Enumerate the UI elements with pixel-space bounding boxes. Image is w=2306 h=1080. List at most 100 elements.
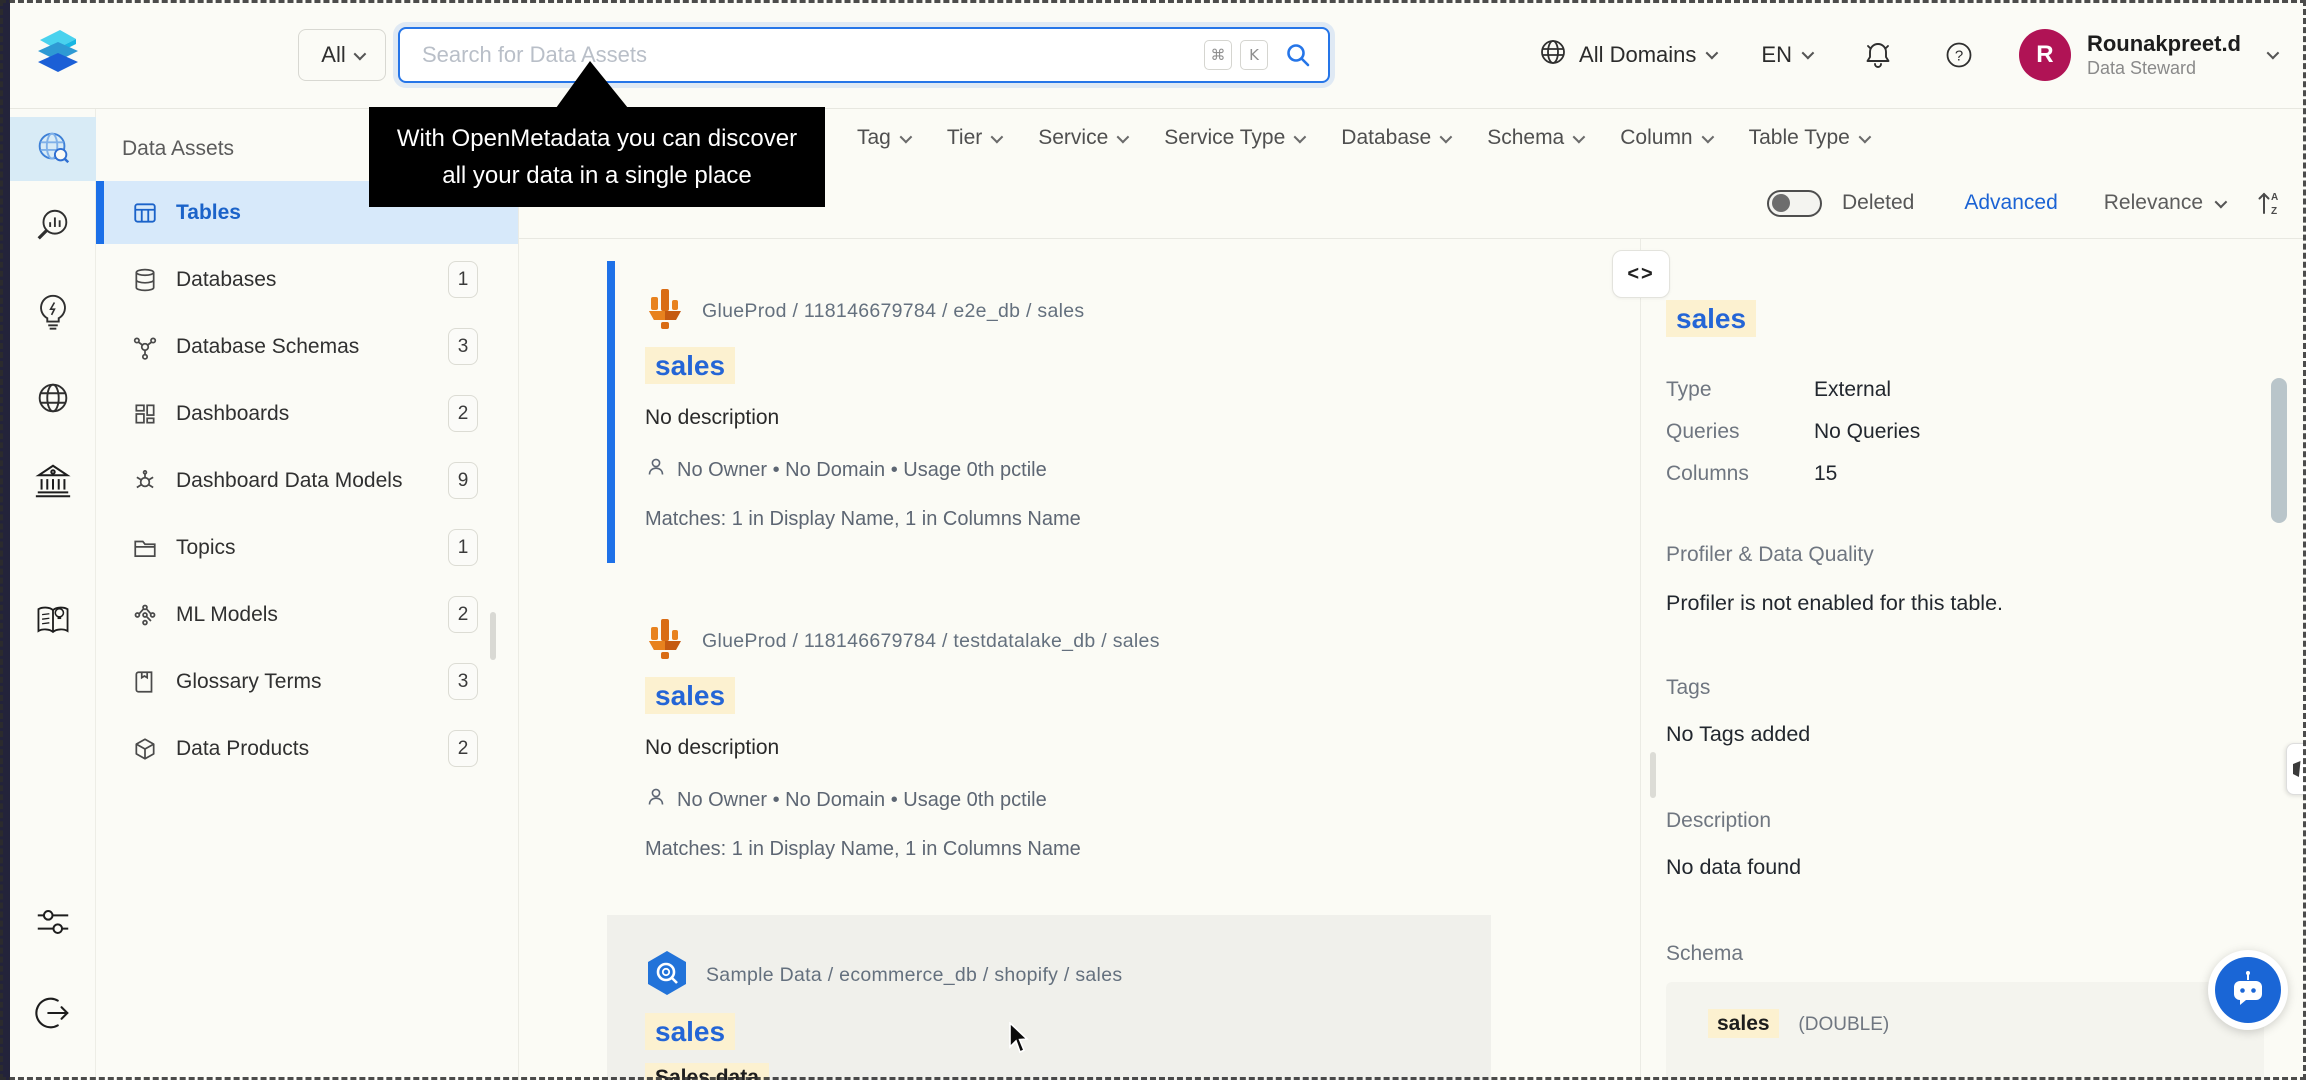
avatar-initial: R <box>2036 40 2054 68</box>
search-icon[interactable] <box>1284 41 1312 69</box>
tags-section-heading: Tags <box>1666 676 1711 699</box>
schema-section-heading: Schema <box>1666 942 1744 965</box>
result-title[interactable]: sales <box>645 347 1471 384</box>
breadcrumb: Sample Data / ecommerce_db / shopify / s… <box>645 949 1471 1002</box>
explore-nav-icon[interactable] <box>33 128 73 168</box>
sidebar-item-ml-models[interactable]: ML Models 2 <box>96 583 518 646</box>
search-input[interactable]: Search for Data Assets ⌘ K <box>398 27 1330 83</box>
panel-scrollbar[interactable] <box>490 612 496 660</box>
page-scrollbar[interactable] <box>2271 378 2287 523</box>
filter-service[interactable]: Service <box>1038 126 1130 150</box>
sort-direction-icon[interactable]: A Z <box>2254 188 2284 218</box>
search-category-dropdown[interactable]: All <box>298 29 386 81</box>
robot-icon <box>2215 957 2281 1023</box>
user-menu-chevron[interactable] <box>2266 46 2280 60</box>
property-row: Queries No Queries <box>1666 420 1921 443</box>
count-badge: 1 <box>448 529 478 566</box>
search-placeholder: Search for Data Assets <box>422 42 647 67</box>
result-card-e2e-db-sales[interactable]: GlueProd / 118146679784 / e2e_db / sales… <box>607 261 1491 563</box>
data-products-icon <box>132 736 158 762</box>
sidebar-item-databases[interactable]: Databases 1 <box>96 248 518 311</box>
chevron-down-icon <box>1116 130 1130 143</box>
advanced-search-link[interactable]: Advanced <box>1964 191 2057 215</box>
description-section-body: No data found <box>1666 855 1802 879</box>
count-badge: 9 <box>448 462 478 499</box>
chevron-down-icon <box>1701 130 1714 143</box>
chevron-down-icon <box>1439 130 1453 143</box>
chevron-down-icon <box>1858 130 1872 143</box>
sidebar-item-data-products[interactable]: Data Products 2 <box>96 717 518 780</box>
user-name: Rounakpreet.d <box>2086 30 2241 56</box>
filter-table-type[interactable]: Table Type <box>1749 126 1872 150</box>
domains-label: All Domains <box>1579 41 1697 67</box>
owner-person-icon <box>645 456 667 484</box>
sidebar-item-dashboards[interactable]: Dashboards 2 <box>96 382 518 445</box>
result-title[interactable]: sales <box>645 677 1471 714</box>
deleted-label: Deleted <box>1841 191 1915 214</box>
glossary-terms-icon <box>132 669 158 695</box>
user-block[interactable]: Rounakpreet.d Data Steward <box>2087 30 2241 80</box>
learning-nav-icon[interactable] <box>33 601 73 641</box>
notifications-bell-icon[interactable] <box>1863 39 1893 71</box>
filter-tier[interactable]: Tier <box>947 126 1004 150</box>
filter-service-type[interactable]: Service Type <box>1164 126 1307 150</box>
openmetadata-logo-icon[interactable] <box>26 24 88 87</box>
result-matches: Matches: 1 in Display Name, 1 in Columns… <box>645 508 1081 530</box>
domains-nav-icon[interactable] <box>33 378 73 418</box>
filter-database[interactable]: Database <box>1341 126 1453 150</box>
tables-icon <box>132 200 158 226</box>
sidebar-item-database-schemas[interactable]: Database Schemas 3 <box>96 315 518 378</box>
count-badge: 1 <box>448 261 478 298</box>
settings-sliders-icon[interactable] <box>33 902 73 942</box>
results-scrollbar[interactable] <box>1650 752 1656 798</box>
count-badge: 3 <box>448 328 478 365</box>
glue-service-icon <box>645 287 685 336</box>
result-card-shopify-sales[interactable]: Sample Data / ecommerce_db / shopify / s… <box>607 915 1491 1080</box>
chevron-down-icon <box>899 130 913 143</box>
insights-nav-icon[interactable] <box>33 292 73 332</box>
edge-floating-button[interactable] <box>2286 743 2306 795</box>
tooltip-arrow <box>556 61 628 108</box>
globe-icon <box>1537 36 1569 74</box>
govern-nav-icon[interactable] <box>33 461 73 501</box>
result-matches: Matches: 1 in Display Name, 1 in Columns… <box>645 838 1081 860</box>
deleted-toggle[interactable] <box>1766 189 1822 217</box>
toggle-knob <box>1771 194 1790 212</box>
filter-tag[interactable]: Tag <box>857 126 913 150</box>
sort-dropdown[interactable]: Relevance <box>2104 191 2228 215</box>
sidebar-item-topics[interactable]: Topics 1 <box>96 516 518 579</box>
summary-title[interactable]: sales <box>1666 300 2306 337</box>
observability-nav-icon[interactable] <box>33 206 73 246</box>
tags-section-body: No Tags added <box>1666 722 1811 746</box>
asset-type-list: Tables Databases 1 Database Schemas 3 Da… <box>96 181 518 780</box>
description-section-heading: Description <box>1666 809 1772 832</box>
chevron-down-icon <box>1705 46 1719 60</box>
collapse-panel-button[interactable]: <> <box>1612 250 1670 298</box>
chevron-down-icon <box>1801 46 1815 60</box>
shortcut-cmd-key: ⌘ <box>1204 40 1232 70</box>
language-label: EN <box>1761 41 1792 67</box>
filter-schema[interactable]: Schema <box>1487 126 1586 150</box>
result-title[interactable]: sales <box>645 1013 1471 1050</box>
onboarding-tooltip: With OpenMetadata you can discover all y… <box>369 107 825 207</box>
chevron-down-icon <box>1572 130 1586 143</box>
sample-data-service-icon <box>645 949 689 1002</box>
avatar[interactable]: R <box>2018 28 2071 81</box>
mouse-cursor <box>1008 1021 1034 1061</box>
language-dropdown[interactable]: EN <box>1761 41 1815 68</box>
clipped-description: Sales data <box>645 1063 1471 1080</box>
chat-bot-button[interactable] <box>2208 950 2288 1030</box>
sidebar-item-glossary-terms[interactable]: Glossary Terms 3 <box>96 650 518 713</box>
profiler-section-body: Profiler is not enabled for this table. <box>1666 591 2004 615</box>
domains-dropdown[interactable]: All Domains <box>1537 36 1719 74</box>
sidebar-item-dashboard-data-models[interactable]: Dashboard Data Models 9 <box>96 449 518 512</box>
result-description: No description <box>645 406 780 429</box>
filter-column[interactable]: Column <box>1620 126 1714 150</box>
property-row: Type External <box>1666 378 1892 401</box>
schema-column-row[interactable]: sales (DOUBLE) <box>1666 982 2264 1080</box>
dashboards-icon <box>132 401 158 427</box>
help-icon[interactable]: ? <box>1943 39 1975 71</box>
logout-icon[interactable] <box>33 993 73 1033</box>
result-card-testdatalake-db-sales[interactable]: GlueProd / 118146679784 / testdatalake_d… <box>607 591 1491 881</box>
breadcrumb: GlueProd / 118146679784 / testdatalake_d… <box>645 617 1471 666</box>
